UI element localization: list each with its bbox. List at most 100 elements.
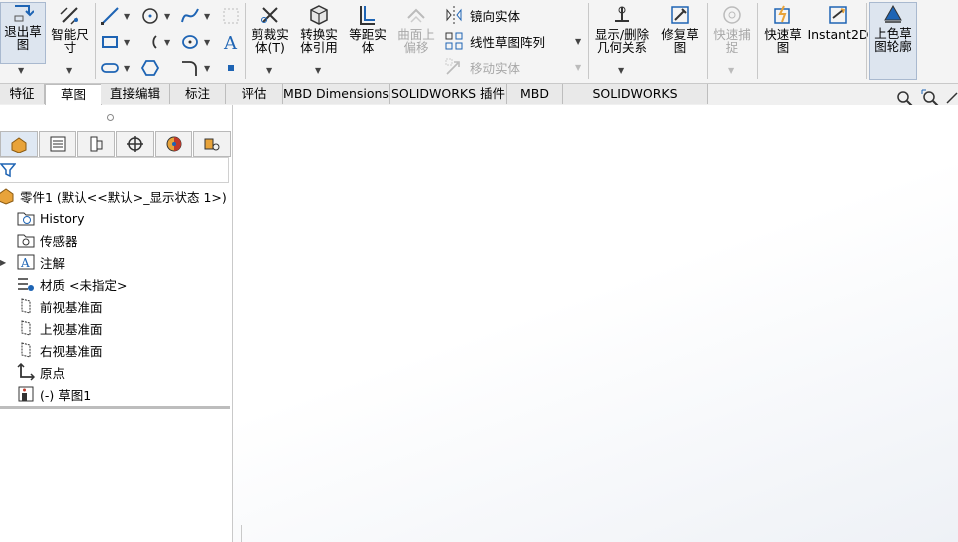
mirror-entities-button[interactable]: 镜向实体 — [444, 5, 520, 25]
graphics-area[interactable] — [233, 105, 958, 542]
repair-sketch-label: 修复草 图 — [661, 27, 699, 55]
relations-dropdown[interactable]: ▼ — [618, 66, 624, 75]
rectangle-icon[interactable] — [100, 32, 120, 52]
repair-sketch-icon — [671, 6, 689, 24]
tab-solidworks-inspection[interactable]: SOLIDWORKS Inspection — [563, 84, 708, 121]
shaded-sketch-contours-button[interactable]: 上色草 图轮廓 — [869, 2, 917, 80]
tree-item-front-plane[interactable]: 前视基准面 — [0, 295, 232, 317]
viewport-left-edge — [233, 525, 242, 542]
tab-evaluate[interactable]: 评估 — [226, 84, 283, 104]
tree-item-sensors[interactable]: 传感器 — [0, 229, 232, 251]
convert-entities-button[interactable]: 转换实 体引用 — [296, 4, 342, 54]
smart-dimension-button[interactable]: 智能尺 寸 — [48, 4, 92, 54]
quick-snaps-button[interactable]: 快速捕 捉 — [710, 4, 754, 54]
sensor-folder-icon — [16, 231, 36, 249]
tab-markup[interactable]: 标注 — [170, 84, 226, 104]
linear-pattern-dropdown[interactable]: ▼ — [575, 37, 581, 46]
svg-text:A: A — [20, 256, 30, 270]
quick-snap-label: 快速捕 捉 — [713, 27, 751, 55]
tree-item-sketch1[interactable]: (-) 草图1 — [0, 383, 232, 405]
offset-on-surface-button[interactable]: 曲面上 偏移 — [394, 4, 438, 54]
tree-item-right-plane[interactable]: 右视基准面 — [0, 339, 232, 361]
slot-icon[interactable] — [100, 58, 120, 78]
ribbon-separator — [757, 3, 758, 79]
arc-dropdown[interactable]: ▼ — [164, 38, 170, 47]
mirror-label: 镜向实体 — [470, 8, 521, 24]
trim-entities-button[interactable]: 剪裁实 体(T) — [248, 4, 292, 54]
plane-icon — [16, 341, 36, 359]
circle-dropdown[interactable]: ▼ — [164, 12, 170, 21]
tab-dimxpert-manager[interactable] — [116, 131, 154, 157]
polygon-icon[interactable] — [140, 58, 160, 78]
tab-mbd[interactable]: MBD — [507, 84, 563, 104]
tab-direct-editing[interactable]: 直接编辑 — [101, 84, 170, 104]
ribbon-separator — [707, 3, 708, 79]
ellipse-icon[interactable] — [180, 32, 200, 52]
panel-tab-bar — [0, 131, 232, 157]
feature-manager-panel: 零件1 (默认<<默认>_显示状态 1>) History 传感器 ▶ A 注解… — [0, 105, 233, 542]
tab-mbd-dimensions[interactable]: MBD Dimensions — [283, 84, 390, 104]
linear-pattern-icon — [445, 32, 463, 50]
slot-dropdown[interactable]: ▼ — [124, 64, 130, 73]
linear-pattern-label: 线性草图阵列 — [470, 34, 546, 50]
tree-item-history[interactable]: History — [0, 207, 232, 229]
tree-item-annotations[interactable]: ▶ A 注解 — [0, 251, 232, 273]
exit-sketch-button[interactable]: 退出草 图 — [0, 2, 46, 64]
property-manager-icon — [50, 136, 65, 152]
convert-dropdown[interactable]: ▼ — [315, 66, 321, 75]
instant2d-icon — [829, 6, 847, 24]
front-plane-label: 前视基准面 — [40, 299, 103, 315]
quick-snap-dropdown[interactable]: ▼ — [728, 66, 734, 75]
tab-cam-manager[interactable] — [193, 131, 232, 157]
convert-label: 转换实 体引用 — [300, 27, 338, 55]
tab-property-manager[interactable] — [38, 131, 77, 157]
rollback-bar[interactable] — [0, 406, 230, 409]
filter-icon[interactable] — [0, 162, 16, 178]
tree-item-origin[interactable]: 原点 — [0, 361, 232, 383]
repair-sketch-button[interactable]: 修复草 图 — [656, 4, 704, 54]
circle-icon[interactable] — [140, 6, 160, 26]
offset-label: 等距实 体 — [349, 27, 387, 55]
tab-solidworks-addins[interactable]: SOLIDWORKS 插件 — [390, 84, 507, 104]
plane-icon — [16, 319, 36, 337]
tab-sketch[interactable]: 草图 — [45, 84, 102, 106]
trim-label: 剪裁实 体(T) — [251, 27, 289, 55]
rectangle-dropdown[interactable]: ▼ — [124, 38, 130, 47]
line-dropdown[interactable]: ▼ — [124, 12, 130, 21]
point-icon[interactable] — [221, 58, 241, 78]
move-entities-button[interactable]: 移动实体 — [444, 57, 520, 77]
offset-icon — [360, 6, 375, 25]
spline-icon[interactable] — [180, 6, 200, 26]
command-manager-ribbon: 退出草 图 ▼ 智能尺 寸 ▼ ▼ ▼ ▼ ▼ ▼ ▼ A ▼ ▼ 剪裁实 体(… — [0, 0, 958, 84]
ribbon-separator — [866, 3, 867, 79]
move-dropdown[interactable]: ▼ — [575, 63, 581, 72]
exit-sketch-dropdown[interactable]: ▼ — [18, 66, 24, 75]
arc-icon[interactable] — [140, 32, 160, 52]
tab-featuremanager-tree[interactable] — [0, 131, 38, 157]
trim-dropdown[interactable]: ▼ — [266, 66, 272, 75]
trim-icon — [261, 7, 278, 23]
smart-dimension-dropdown[interactable]: ▼ — [66, 66, 72, 75]
fillet-dropdown[interactable]: ▼ — [204, 64, 210, 73]
tree-root-part[interactable]: 零件1 (默认<<默认>_显示状态 1>) — [0, 185, 232, 207]
panel-splitter-handle[interactable] — [107, 114, 114, 121]
text-icon[interactable]: A — [221, 32, 241, 52]
ellipse-dropdown[interactable]: ▼ — [204, 38, 210, 47]
spline-dropdown[interactable]: ▼ — [204, 12, 210, 21]
tab-configuration-manager[interactable] — [77, 131, 116, 157]
rapid-sketch-button[interactable]: 快速草 图 — [761, 4, 805, 54]
fillet-icon[interactable] — [180, 58, 200, 78]
dimxpert-icon — [126, 136, 143, 152]
expand-arrow-icon[interactable]: ▶ — [0, 258, 6, 267]
tree-item-material[interactable]: 材质 <未指定> — [0, 273, 232, 295]
tab-display-manager[interactable] — [154, 131, 193, 157]
tab-features[interactable]: 特征 — [0, 84, 45, 104]
line-icon[interactable] — [100, 6, 120, 26]
instant2d-button[interactable]: Instant2D — [807, 4, 869, 41]
tree-item-top-plane[interactable]: 上视基准面 — [0, 317, 232, 339]
linear-pattern-button[interactable]: 线性草图阵列 — [444, 31, 545, 51]
offset-entities-button[interactable]: 等距实 体 — [346, 4, 390, 54]
display-delete-relations-button[interactable]: 显示/删除 几何关系 — [592, 4, 652, 54]
tree-root-label: 零件1 (默认<<默认>_显示状态 1>) — [20, 189, 227, 205]
shaded-sketch-label: 上色草 图轮廓 — [874, 26, 912, 54]
